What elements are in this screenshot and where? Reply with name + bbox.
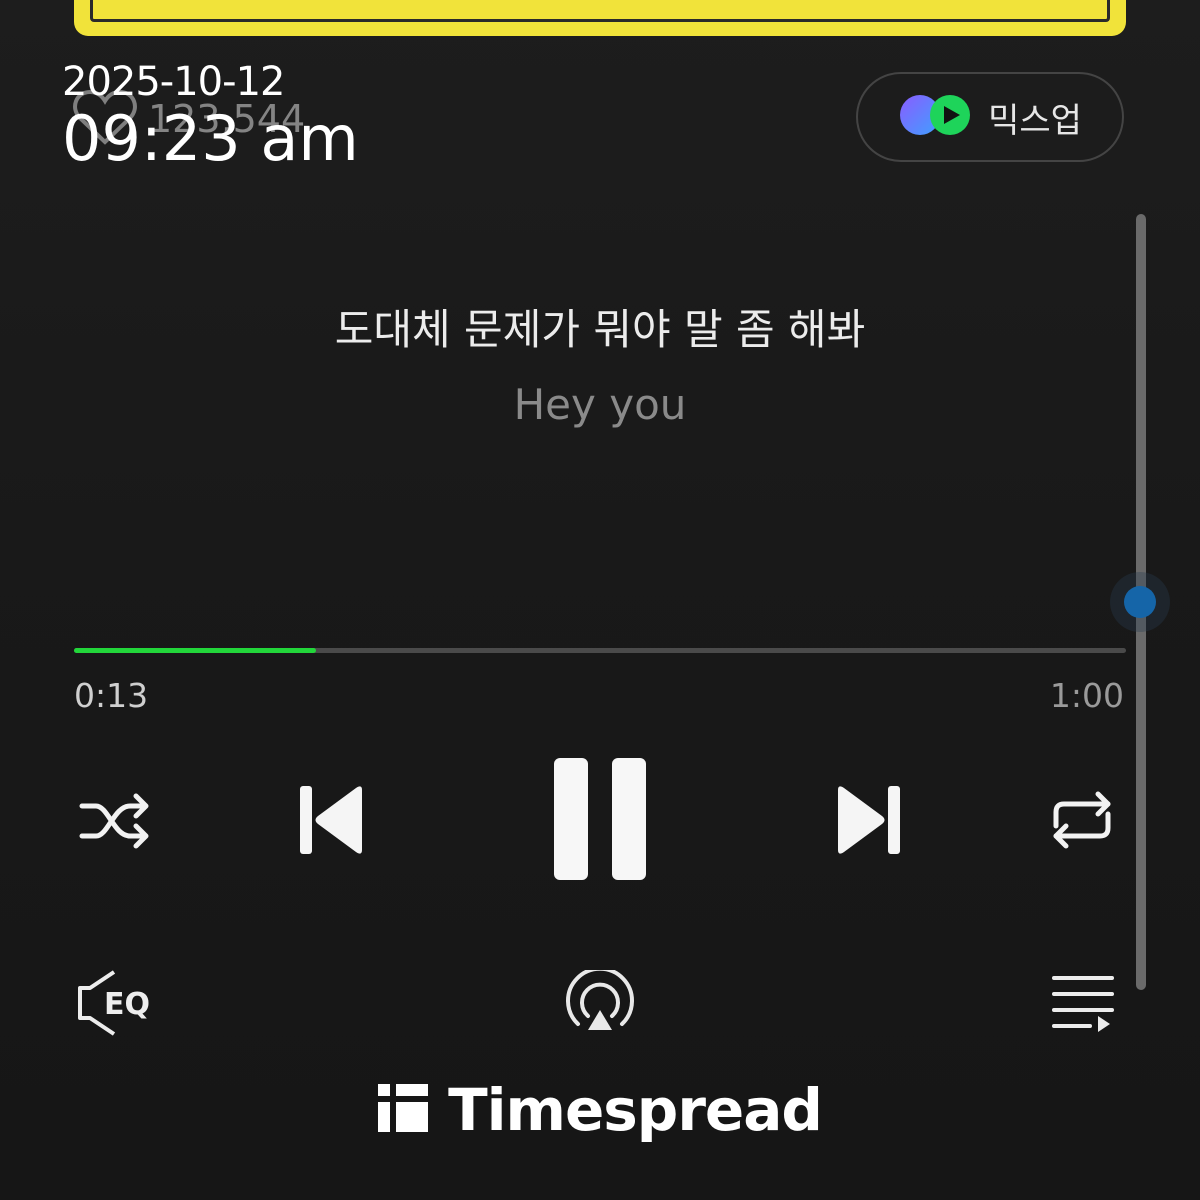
- elapsed-time: 0:13: [74, 676, 149, 715]
- mixup-button[interactable]: 믹스업: [856, 72, 1124, 162]
- album-art-frame: [90, 0, 1110, 22]
- lyric-next-line[interactable]: Hey you: [0, 380, 1200, 429]
- datetime-overlay: 2025-10-12 09:23 am: [62, 62, 359, 170]
- previous-icon: [296, 782, 366, 862]
- overlay-time: 09:23 am: [62, 102, 359, 175]
- scrollbar-thumb[interactable]: [1124, 586, 1156, 618]
- repeat-button[interactable]: [1046, 790, 1118, 854]
- brand-name: Timespread: [448, 1076, 823, 1144]
- pause-icon: [552, 756, 648, 886]
- lyric-current-line[interactable]: 도대체 문제가 뭐야 말 좀 해봐: [0, 296, 1200, 357]
- eq-button[interactable]: EQ: [74, 970, 162, 1040]
- eq-icon: EQ: [74, 968, 162, 1042]
- album-art[interactable]: [74, 0, 1126, 36]
- overlay-date: 2025-10-12: [62, 59, 285, 105]
- total-time: 1:00: [1049, 676, 1124, 715]
- music-player-screen: 123,544 2025-10-12 09:23 am 믹스업 도대체 문제가 …: [0, 0, 1200, 1200]
- mixup-icon: [898, 92, 974, 142]
- playlist-icon: [1050, 972, 1116, 1038]
- next-button[interactable]: [834, 784, 904, 860]
- shuffle-icon: [78, 790, 154, 856]
- brand-watermark: Timespread: [0, 1076, 1200, 1144]
- next-icon: [834, 782, 904, 862]
- shuffle-button[interactable]: [78, 792, 154, 854]
- eq-label: EQ: [104, 987, 150, 1022]
- repeat-icon: [1046, 788, 1118, 856]
- timespread-logo-icon: [378, 1084, 429, 1136]
- previous-button[interactable]: [296, 784, 366, 860]
- playlist-button[interactable]: [1050, 974, 1116, 1036]
- mixup-label: 믹스업: [988, 100, 1082, 141]
- progress-bar[interactable]: [74, 648, 1126, 653]
- progress-fill: [74, 648, 316, 653]
- airplay-button[interactable]: [564, 966, 636, 1038]
- pause-button[interactable]: [552, 758, 648, 884]
- airplay-icon: [564, 966, 636, 1038]
